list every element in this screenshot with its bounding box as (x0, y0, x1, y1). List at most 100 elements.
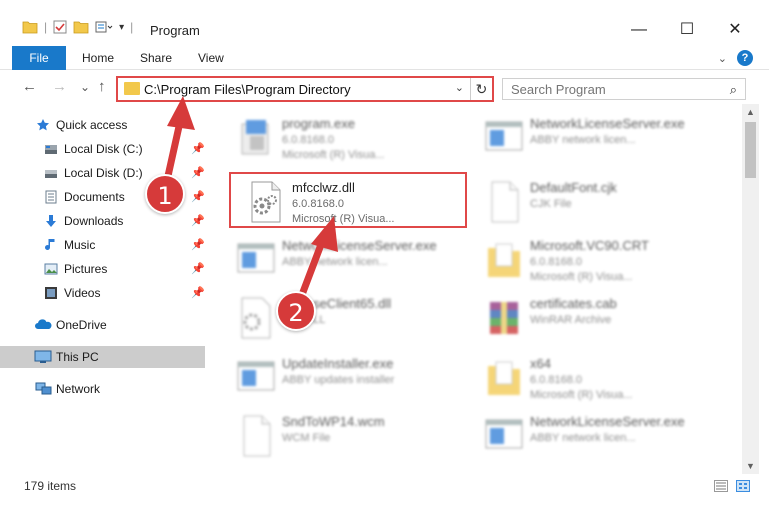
sidebar-item-local-disk-c[interactable]: Local Disk (C:) 📌 (0, 138, 205, 160)
file-name: SndToWP14.wcm (282, 414, 385, 429)
file-detail: Microsoft (R) Visua... (530, 271, 633, 283)
file-name: NetworkLicenseServer.exe (530, 414, 685, 429)
sidebar-item-label: Downloads (64, 214, 124, 228)
separator: | (44, 20, 48, 34)
vertical-scrollbar[interactable]: ▲ ▼ (742, 104, 759, 474)
window-app-icon (237, 361, 275, 391)
drive-icon (45, 170, 57, 178)
tab-view[interactable]: View (198, 46, 224, 70)
sidebar-item-videos[interactable]: Videos 📌 (0, 282, 205, 304)
tab-home[interactable]: Home (82, 46, 114, 70)
expand-ribbon-icon[interactable]: ⌄ (718, 52, 727, 65)
pin-icon[interactable]: 📌 (191, 238, 205, 251)
customize-icon[interactable] (95, 20, 113, 34)
forward-arrow-icon[interactable]: → (52, 78, 67, 95)
onedrive-icon (35, 319, 52, 329)
file-item[interactable]: UpdateInstaller.exe ABBY updates install… (216, 350, 456, 406)
pin-icon[interactable]: 📌 (191, 166, 205, 179)
file-item[interactable]: SndToWP14.wcm WCM File (216, 408, 456, 464)
sidebar-item-label: This PC (56, 350, 99, 364)
details-view-icon[interactable] (714, 480, 728, 492)
downloads-icon (46, 215, 56, 227)
pin-icon[interactable]: 📌 (191, 190, 205, 203)
address-path[interactable]: C:\Program Files\Program Directory (144, 82, 351, 97)
sidebar-item-downloads[interactable]: Downloads 📌 (0, 210, 205, 232)
navigation-pane: Quick access Local Disk (C:) 📌 Local Dis… (0, 110, 205, 475)
sidebar-item-label: Local Disk (C:) (64, 142, 143, 156)
pin-icon[interactable]: 📌 (191, 142, 205, 155)
documents-icon (45, 190, 57, 204)
tab-share[interactable]: Share (140, 46, 172, 70)
help-icon[interactable]: ? (737, 50, 753, 66)
minimize-button[interactable]: — (616, 18, 662, 42)
file-detail: ABBY network licen... (530, 432, 636, 444)
ribbon-tabs: File Home Share View ⌄ ? (0, 46, 769, 70)
videos-icon (45, 287, 57, 299)
file-item[interactable]: LicenseClient65.dll Lica DLL (216, 290, 456, 346)
search-box[interactable]: ⌕ (502, 78, 746, 100)
pin-icon[interactable]: 📌 (191, 262, 205, 275)
ribbon-right: ⌄ ? (718, 50, 753, 66)
sidebar-item-label: Local Disk (D:) (64, 166, 143, 180)
quick-access-dropdown-icon[interactable]: ▾ (119, 22, 124, 33)
folder-icon (124, 82, 140, 95)
search-icon[interactable]: ⌕ (730, 82, 737, 98)
highlight-box (229, 172, 467, 228)
pin-icon[interactable]: 📌 (191, 286, 205, 299)
pc-icon (34, 350, 52, 363)
up-arrow-icon[interactable]: ↑ (98, 78, 106, 95)
window-app-icon (237, 243, 275, 273)
sidebar-item-label: Videos (64, 286, 101, 300)
recent-locations-icon[interactable]: ⌄ (80, 80, 90, 94)
file-detail: 6.0.8168.0 (282, 134, 334, 146)
scroll-thumb[interactable] (745, 122, 756, 178)
file-item[interactable]: Microsoft.VC90.CRT 6.0.8168.0 Microsoft … (464, 232, 704, 288)
folder-doc-icon (488, 361, 520, 395)
file-item[interactable]: certificates.cab WinRAR Archive (464, 290, 704, 346)
file-item[interactable]: x64 6.0.8168.0 Microsoft (R) Visua... (464, 350, 704, 406)
properties-icon[interactable] (53, 20, 67, 34)
blank-file-icon (243, 415, 271, 457)
back-arrow-icon[interactable]: ← (22, 78, 37, 95)
new-folder-icon[interactable] (73, 20, 89, 34)
network-icon (35, 382, 52, 395)
sidebar-item-music[interactable]: Music 📌 (0, 234, 205, 256)
window-title: Program (150, 23, 200, 38)
sidebar-item-quick-access[interactable]: Quick access (0, 114, 205, 136)
file-detail: CJK File (530, 198, 572, 210)
sidebar-item-label: OneDrive (56, 318, 107, 332)
refresh-icon[interactable]: ↻ (470, 78, 492, 100)
file-name: x64 (530, 356, 551, 371)
file-list: program.exe 6.0.8168.0 Microsoft (R) Vis… (212, 106, 742, 472)
sidebar-item-pictures[interactable]: Pictures 📌 (0, 258, 205, 280)
scroll-up-icon[interactable]: ▲ (742, 104, 759, 120)
file-detail: Microsoft (R) Visua... (530, 389, 633, 401)
file-detail: ABBY network licen... (282, 256, 388, 268)
tab-file[interactable]: File (12, 46, 66, 70)
large-icons-view-icon[interactable] (736, 480, 750, 492)
pin-icon[interactable]: 📌 (191, 214, 205, 227)
sidebar-item-network[interactable]: Network (0, 378, 205, 400)
sidebar-item-label: Documents (64, 190, 125, 204)
address-bar[interactable]: C:\Program Files\Program Directory ⌄ ↻ (116, 76, 494, 102)
file-item[interactable]: NetworkLicenseServer.exe ABBY network li… (464, 110, 704, 166)
sidebar-item-onedrive[interactable]: OneDrive (0, 314, 205, 336)
item-count: 179 items (24, 479, 77, 493)
file-detail: WinRAR Archive (530, 314, 612, 326)
file-item[interactable]: NetworkLicenseServer.exe ABBY network li… (216, 232, 456, 288)
file-item[interactable]: DefaultFont.cjk CJK File (464, 174, 704, 230)
drive-icon (45, 145, 57, 154)
title-bar: | ▾ | Program — ☐ ✕ (0, 0, 769, 40)
close-button[interactable]: ✕ (712, 18, 758, 42)
music-icon (45, 239, 55, 250)
file-item[interactable]: NetworkLicenseServer.exe ABBY network li… (464, 408, 704, 464)
blank-file-icon (491, 181, 519, 223)
file-name: program.exe (282, 116, 355, 131)
search-input[interactable] (511, 82, 711, 97)
maximize-button[interactable]: ☐ (664, 18, 710, 42)
file-item[interactable]: program.exe 6.0.8168.0 Microsoft (R) Vis… (216, 110, 456, 166)
sidebar-item-this-pc[interactable]: This PC (0, 346, 205, 368)
address-dropdown-icon[interactable]: ⌄ (455, 81, 464, 94)
step-2-badge: 2 (276, 291, 316, 331)
scroll-down-icon[interactable]: ▼ (742, 458, 759, 474)
